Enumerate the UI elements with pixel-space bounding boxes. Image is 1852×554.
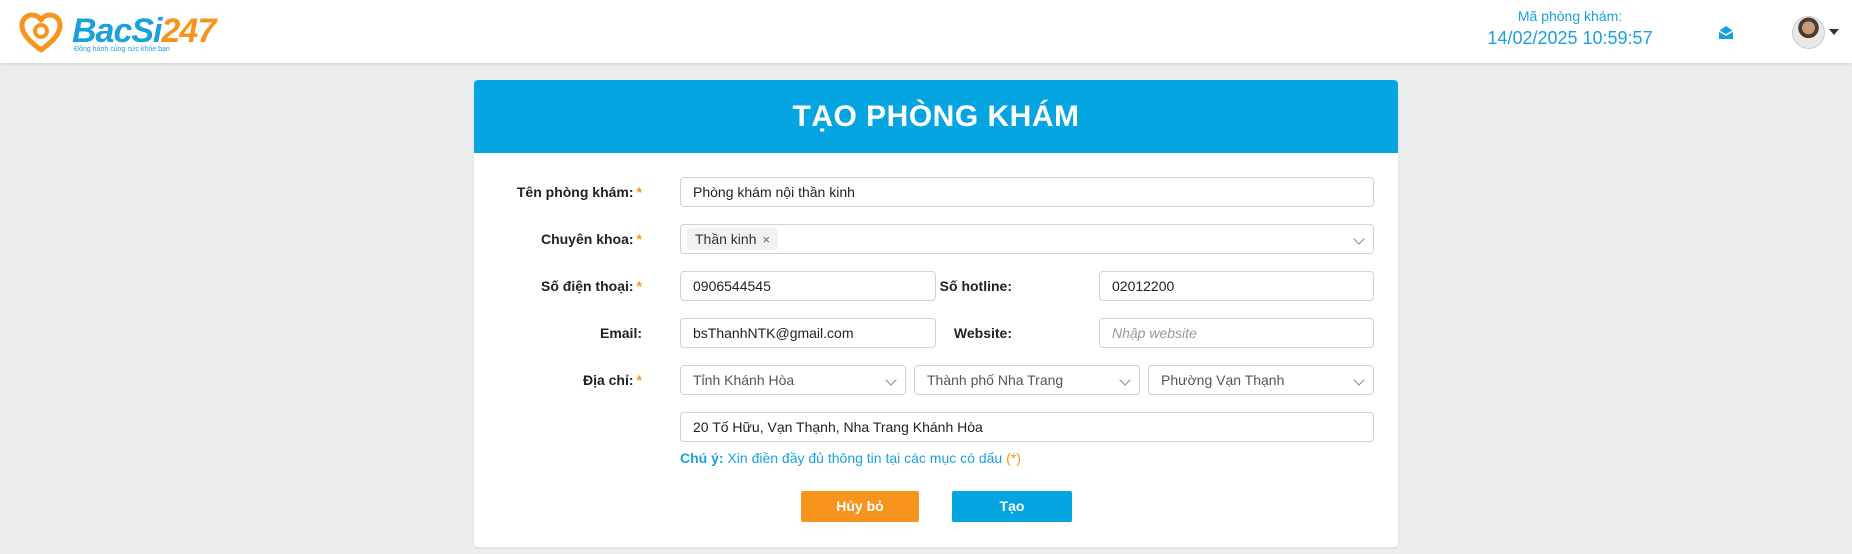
- email-label: Email:: [599, 325, 642, 341]
- clinic-code-label: Mã phòng khám:: [1517, 8, 1623, 24]
- chevron-down-icon: [1119, 374, 1131, 386]
- logo[interactable]: BacSi247 Đồng hành cùng sức khỏe bạn: [18, 10, 216, 56]
- required-note: Chú ý: Xin điền đầy đủ thông tin tại các…: [680, 450, 1021, 466]
- street-address-input[interactable]: [680, 412, 1374, 442]
- website-input[interactable]: [1099, 318, 1374, 348]
- chevron-down-icon[interactable]: [1829, 29, 1839, 35]
- chevron-down-icon: [1353, 374, 1365, 386]
- create-clinic-card: TẠO PHÒNG KHÁM Tên phòng khám:* Chuyên k…: [474, 80, 1398, 547]
- chevron-down-icon: [1353, 233, 1365, 245]
- address-label: Địa chỉ: *: [582, 372, 642, 388]
- clinic-name-input[interactable]: [680, 177, 1374, 207]
- chevron-down-icon: [885, 374, 897, 386]
- hotline-label: Số hotline:: [939, 278, 1012, 294]
- specialty-label: Chuyên khoa: *: [540, 231, 642, 247]
- clinic-code-block: Mã phòng khám: 14/02/2025 10:59:57: [1470, 8, 1670, 49]
- avatar[interactable]: [1792, 16, 1825, 49]
- specialty-select[interactable]: Thần kinh ×: [680, 224, 1374, 254]
- city-select[interactable]: Thành phố Nha Trang: [914, 365, 1140, 395]
- ward-select[interactable]: Phường Vạn Thạnh: [1148, 365, 1374, 395]
- top-bar: BacSi247 Đồng hành cùng sức khỏe bạn Mã …: [0, 0, 1852, 63]
- close-icon[interactable]: ×: [762, 232, 770, 247]
- phone-label: Số điện thoại: *: [540, 278, 642, 294]
- logo-tagline: Đồng hành cùng sức khỏe bạn: [74, 46, 170, 53]
- clinic-name-label: Tên phòng khám: *: [516, 184, 642, 200]
- create-button[interactable]: Tạo: [952, 491, 1072, 522]
- form-title: TẠO PHÒNG KHÁM: [474, 80, 1398, 153]
- current-datetime: 14/02/2025 10:59:57: [1487, 28, 1653, 48]
- heart-logo-icon: [19, 12, 63, 53]
- website-label: Website:: [953, 325, 1012, 341]
- province-select[interactable]: Tỉnh Khánh Hòa: [680, 365, 906, 395]
- hotline-input[interactable]: [1099, 271, 1374, 301]
- cancel-button[interactable]: Hủy bỏ: [801, 491, 919, 522]
- mail-icon[interactable]: [1717, 24, 1735, 42]
- specialty-tag: Thần kinh ×: [687, 228, 779, 250]
